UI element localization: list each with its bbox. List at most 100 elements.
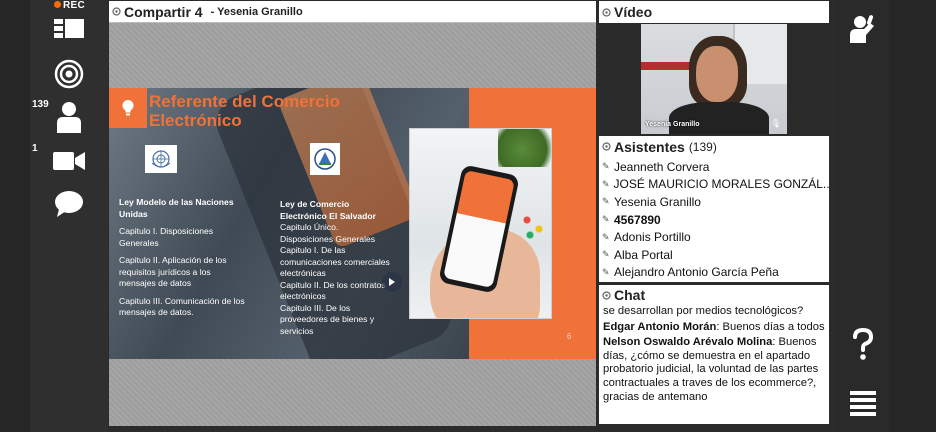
participant-video[interactable]: Yesenia Granillo 🎙	[641, 24, 787, 134]
list-item[interactable]: ✎ Alba Portal	[599, 246, 829, 264]
left-edge	[0, 0, 30, 432]
hamburger-menu-icon	[850, 391, 876, 416]
chat-title: Chat	[614, 287, 646, 303]
attendee-name: Yesenia Granillo	[614, 194, 701, 209]
pencil-icon: ✎	[602, 196, 610, 207]
chat-message: se desarrollan por medios tecnológicos?	[603, 305, 825, 319]
pencil-icon: ✎	[602, 214, 610, 225]
camera-count-badge: 1	[32, 143, 38, 154]
list-item[interactable]: ✎ JOSÉ MAURICIO MORALES GONZÁL... ✎	[599, 176, 829, 194]
video-participant-name: Yesenia Granillo	[645, 121, 700, 128]
layout-button[interactable]	[50, 13, 88, 47]
sv-law-item: Capitulo III. De los proveedores de bien…	[280, 302, 375, 336]
camera-button[interactable]	[50, 144, 88, 178]
raise-hand-icon	[850, 15, 874, 43]
chat-text: se desarrollan por medios tecnológicos?	[603, 305, 804, 317]
video-panel-title: Vídeo	[614, 4, 653, 20]
content-share-panel: Compartir 4 - Yesenia Granillo Referente…	[109, 1, 596, 426]
attendees-count: (139)	[688, 139, 717, 154]
coat-of-arms-icon	[314, 148, 336, 170]
chat-bubble-icon	[55, 191, 83, 217]
meeting-window: REC 139 1 Compartir 4 - Yesenia Granillo…	[0, 0, 936, 432]
raise-hand-button[interactable]	[844, 10, 882, 48]
attendees-panel-header: Asistentes (139)	[599, 136, 829, 157]
attendee-name: Alba Portal	[614, 247, 673, 262]
list-item[interactable]: ✎ Alejandro Antonio García Peña	[599, 264, 829, 282]
panel-options-icon[interactable]	[602, 142, 611, 151]
un-emblem-logo	[145, 145, 177, 173]
pencil-icon: ✎	[602, 231, 610, 242]
help-question-icon	[853, 328, 874, 360]
un-emblem-icon	[151, 150, 171, 168]
slide-next-button[interactable]	[382, 272, 402, 292]
list-item[interactable]: ✎ Jeanneth Corvera	[599, 158, 829, 176]
list-item[interactable]: ✎ 4567890	[599, 211, 829, 229]
share-presenter: - Yesenia Granillo	[210, 5, 303, 18]
un-law-heading: Ley Modelo de las Naciones Unidas	[119, 197, 234, 219]
pencil-icon: ✎	[602, 161, 610, 172]
slide-phone-photo	[409, 128, 552, 319]
sv-law-heading: Ley de Comercio Electrónico El Salvador	[280, 199, 376, 221]
video-panel-header: Vídeo	[599, 1, 829, 23]
video-panel: Vídeo Yesenia Granillo 🎙	[599, 1, 829, 135]
help-button[interactable]	[844, 326, 882, 364]
slide-column-sv: Ley de Comercio Electrónico El Salvador …	[280, 199, 392, 337]
attendee-name: Alejandro Antonio García Peña	[614, 265, 779, 280]
attendee-name: Jeanneth Corvera	[614, 159, 710, 174]
share-content-area[interactable]: Referente del Comercio Electrónico Ley M…	[109, 23, 596, 426]
chat-button[interactable]	[50, 187, 88, 221]
slide-page-number: 6	[567, 332, 572, 341]
recording-label: REC	[63, 0, 86, 11]
share-target-icon	[54, 59, 84, 89]
chat-message: Edgar Antonio Morán: Buenos días a todos	[603, 321, 825, 335]
list-item[interactable]: ✎ Adonis Portillo	[599, 228, 829, 246]
panel-options-icon[interactable]	[112, 7, 121, 16]
un-law-item: Capitulo III. Comunicación de los mensaj…	[119, 295, 245, 318]
panel-options-icon[interactable]	[602, 290, 611, 300]
participants-count-badge: 139	[32, 99, 49, 110]
sv-law-item: Capitulo I. De las comunicaciones comerc…	[280, 245, 390, 278]
share-title: Compartir 4	[124, 3, 203, 20]
attendee-name: JOSÉ MAURICIO MORALES GONZÁL...	[613, 177, 829, 192]
slide-title: Referente del Comercio Electrónico	[149, 92, 340, 130]
attendees-title: Asistentes	[614, 138, 685, 155]
el-salvador-coat-of-arms	[310, 143, 340, 175]
pencil-icon: ✎	[602, 249, 610, 260]
menu-button[interactable]	[844, 384, 882, 422]
record-dot-icon	[54, 1, 61, 8]
chat-author: Edgar Antonio Morán	[603, 320, 717, 333]
attendee-name: Adonis Portillo	[614, 230, 691, 245]
slide-icon-box	[109, 88, 147, 128]
microphone-icon: 🎙	[770, 119, 781, 128]
list-item[interactable]: ✎ Yesenia Granillo	[599, 193, 829, 211]
participants-button[interactable]	[50, 100, 88, 134]
right-edge	[890, 0, 936, 432]
chat-panel-header: Chat	[599, 285, 829, 305]
un-law-item: Capitulo II. Aplicación de los requisito…	[119, 255, 227, 288]
pencil-icon: ✎	[602, 266, 610, 277]
attendee-list: ✎ Jeanneth Corvera ✎ JOSÉ MAURICIO MORAL…	[599, 158, 829, 281]
attendee-name: 4567890	[614, 212, 661, 227]
chat-message: Nelson Oswaldo Arévalo Molina: Buenos dí…	[603, 336, 825, 404]
chat-author: Nelson Oswaldo Arévalo Molina	[603, 336, 773, 349]
presentation-slide: Referente del Comercio Electrónico Ley M…	[109, 88, 596, 359]
lightbulb-icon	[122, 100, 134, 116]
share-content-button[interactable]	[50, 57, 88, 91]
sv-law-item: Capitulo Único. Disposiciones Generales	[280, 222, 376, 244]
recording-indicator: REC	[54, 0, 85, 11]
layout-icon	[54, 19, 84, 38]
right-toolbar	[836, 0, 890, 432]
chat-panel: Chat se desarrollan por medios tecnológi…	[599, 285, 829, 424]
panel-options-icon[interactable]	[602, 7, 611, 17]
chat-messages: se desarrollan por medios tecnológicos? …	[599, 305, 829, 406]
slide-column-un: Ley Modelo de las Naciones Unidas Capitu…	[119, 197, 245, 325]
play-arrow-icon	[389, 278, 395, 286]
un-law-item: Capitulo I. Disposiciones Generales	[119, 226, 214, 248]
sv-law-item: Capitulo II. De los contratos electrónic…	[280, 279, 386, 302]
chat-text: : Buenos días a todos	[716, 320, 825, 333]
share-panel-header: Compartir 4 - Yesenia Granillo	[109, 1, 596, 23]
attendees-panel: Asistentes (139) ✎ Jeanneth Corvera ✎ JO…	[599, 136, 829, 282]
person-icon	[57, 102, 81, 133]
left-toolbar: REC 139 1	[30, 0, 108, 432]
pencil-icon: ✎	[602, 178, 610, 189]
